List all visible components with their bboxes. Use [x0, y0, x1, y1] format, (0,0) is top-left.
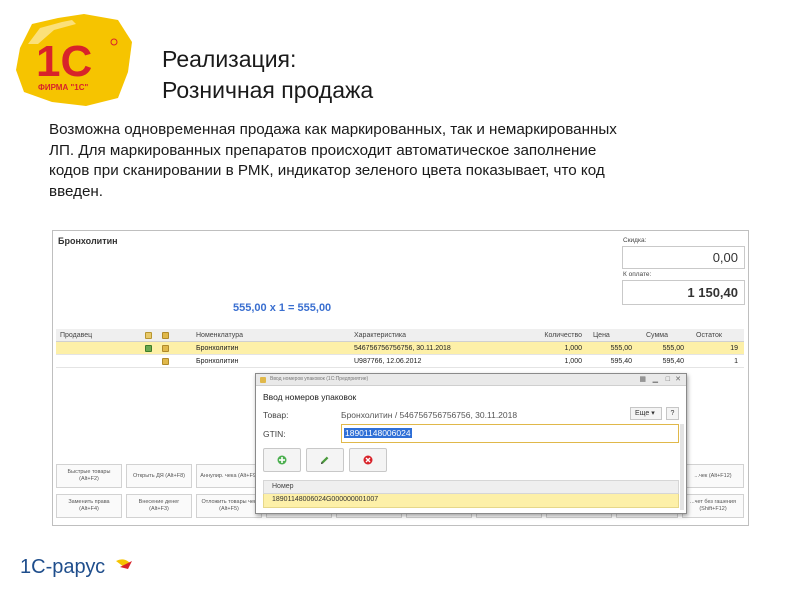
- cell-characteristic: 546756756756756, 30.11.2018: [354, 345, 451, 352]
- list-item[interactable]: 18901148006024G000000001007: [263, 494, 679, 508]
- receipt-button[interactable]: ...чек (Alt+F12): [682, 464, 744, 488]
- plus-circle-icon: [277, 455, 287, 465]
- menu-icon[interactable]: ▦: [639, 376, 646, 384]
- pencil-icon: [321, 456, 329, 464]
- logo-1c: 1С ФИРМА "1С": [16, 14, 132, 106]
- cell-rest: 1: [734, 358, 738, 365]
- add-row-button[interactable]: [263, 448, 301, 472]
- col-name-header[interactable]: Номенклатура: [196, 329, 243, 342]
- goods-label: Товар:: [263, 410, 289, 420]
- cell-name: Бронхолитин: [196, 345, 239, 352]
- cell-quantity: 1,000: [564, 358, 582, 365]
- slide-title-line1: Реализация:: [162, 46, 297, 72]
- tag-icon: [162, 332, 169, 339]
- price-calculation: 555,00 x 1 = 555,00: [233, 302, 332, 314]
- to-pay-label: К оплате:: [623, 271, 652, 278]
- slide-title: Реализация: Розничная продажа: [162, 44, 373, 106]
- discount-field[interactable]: 0,00: [622, 246, 745, 269]
- cell-rest: 19: [730, 345, 738, 352]
- logo-rarus-text: 1С-рарус: [20, 556, 105, 578]
- dialog-scrollbar[interactable]: [680, 424, 684, 510]
- col-seller-header[interactable]: Продавец: [60, 329, 92, 342]
- col-sum-header[interactable]: Сумма: [646, 329, 668, 342]
- discount-label: Скидка:: [623, 237, 647, 244]
- table-header: Продавец Номенклатура Характеристика Кол…: [56, 329, 744, 342]
- table-row[interactable]: Бронхолитин U987766, 12.06.2012 1,000 59…: [56, 355, 744, 368]
- cash-in-button[interactable]: Внесение денег (Alt+F3): [126, 494, 192, 518]
- dialog-titlebar[interactable]: Ввод номеров упаковок (1С:Предприятие) ▦…: [256, 374, 686, 386]
- package-numbers-dialog: Ввод номеров упаковок (1С:Предприятие) ▦…: [255, 373, 687, 514]
- close-icon[interactable]: ✕: [675, 376, 681, 384]
- dialog-window-title: Ввод номеров упаковок (1С:Предприятие): [270, 376, 369, 382]
- cell-quantity: 1,000: [564, 345, 582, 352]
- gtin-field[interactable]: 18901148006024: [341, 424, 679, 443]
- gtin-value: 18901148006024: [344, 428, 412, 438]
- receipt-no-fiscal-button[interactable]: ...чет без гашения (Shift+F12): [682, 494, 744, 518]
- quick-goods-button[interactable]: Быстрые товары (Alt+F2): [56, 464, 122, 488]
- minimize-icon[interactable]: ▁: [653, 376, 658, 384]
- tag-icon: [145, 332, 152, 339]
- change-rights-button[interactable]: Заменить права (Alt+F4): [56, 494, 122, 518]
- gtin-label: GTIN:: [263, 429, 286, 439]
- logo-1c-rarus: 1С-рарус: [20, 556, 132, 578]
- edit-row-button[interactable]: [306, 448, 344, 472]
- package-numbers-grid: Номер 18901148006024G000000001007: [263, 480, 679, 508]
- postpone-receipt-button[interactable]: Отложить товары чек (Alt+F5): [196, 494, 262, 518]
- dialog-heading: Ввод номеров упаковок: [263, 392, 357, 402]
- current-product-name: Бронхолитин: [58, 236, 118, 246]
- slide-description: Возможна одновременная продажа как марки…: [49, 121, 617, 200]
- cell-price: 555,00: [610, 345, 632, 352]
- col-characteristic-header[interactable]: Характеристика: [354, 329, 406, 342]
- cell-price: 595,40: [610, 358, 632, 365]
- more-button[interactable]: Еще ▾: [630, 407, 662, 420]
- sales-table: Продавец Номенклатура Характеристика Кол…: [56, 329, 744, 368]
- goods-value: Бронхолитин / 546756756756756, 30.11.201…: [341, 410, 518, 420]
- cell-name: Бронхолитин: [196, 358, 239, 365]
- open-cash-button[interactable]: Открыть ДЯ (Alt+F8): [126, 464, 192, 488]
- cell-tag: [162, 355, 169, 370]
- col-price-header[interactable]: Цена: [593, 329, 610, 342]
- slide-title-line2: Розничная продажа: [162, 77, 374, 103]
- table-row[interactable]: Бронхолитин 546756756756756, 30.11.2018 …: [56, 342, 744, 355]
- cancel-receipt-button[interactable]: Аннулир. чека (Alt+F9): [196, 464, 262, 488]
- svg-text:1С: 1С: [36, 37, 92, 86]
- green-marking-indicator-icon: [145, 345, 152, 352]
- help-button[interactable]: ?: [666, 407, 679, 420]
- tag-icon: [162, 358, 169, 365]
- col-number-header[interactable]: Номер: [263, 480, 679, 494]
- cell-sum: 595,40: [662, 358, 684, 365]
- app-icon: [260, 377, 266, 383]
- maximize-icon[interactable]: □: [666, 376, 670, 384]
- logo-1c-subtitle: ФИРМА "1С": [38, 83, 88, 92]
- cell-sum: 555,00: [662, 345, 684, 352]
- tag-icon: [162, 345, 169, 352]
- to-pay-field: 1 150,40: [622, 280, 745, 305]
- delete-row-button[interactable]: [349, 448, 387, 472]
- cell-characteristic: U987766, 12.06.2012: [354, 358, 422, 365]
- col-quantity-header[interactable]: Количество: [544, 329, 582, 342]
- delete-circle-icon: [363, 455, 373, 465]
- col-rest-header[interactable]: Остаток: [696, 329, 722, 342]
